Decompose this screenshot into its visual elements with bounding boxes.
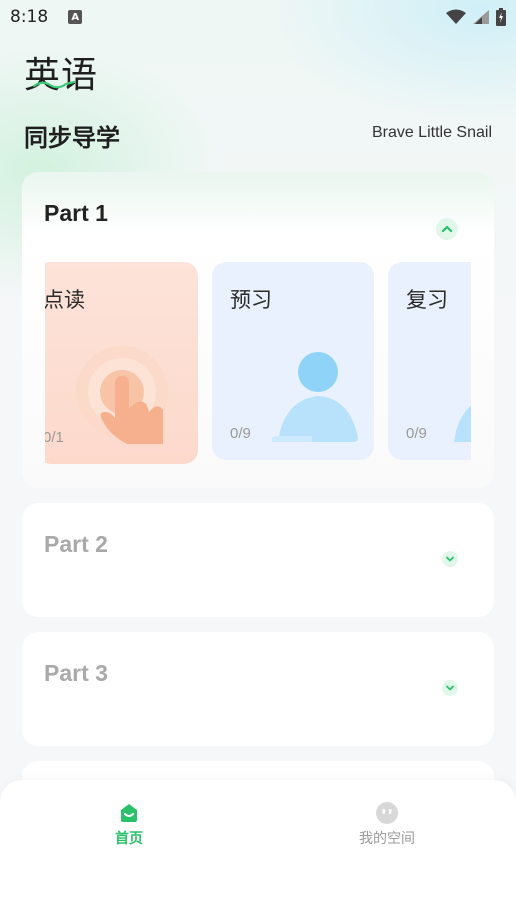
activity-label: 点读 [45,288,85,312]
nav-item-home[interactable]: 首页 [79,802,179,848]
activity-card-preview[interactable]: 预习 0/9 [212,262,374,460]
nav-label: 首页 [115,831,143,847]
chevron-up-icon [441,225,453,233]
activity-progress: 0/1 [45,429,64,446]
part-card-3[interactable]: Part 3 [22,632,494,746]
activity-label: 预习 [230,288,272,312]
wifi-icon [446,9,466,24]
subject-underline-decoration [32,80,76,89]
status-bar: 8:18 A [0,0,516,34]
person-icon [272,352,358,442]
activity-card-review[interactable]: 复习 0/9 [388,262,471,460]
expand-toggle[interactable] [442,551,458,567]
notification-icon: A [68,10,83,24]
battery-icon [496,8,506,26]
expand-toggle[interactable] [442,680,458,696]
bottom-navigation: 首页 我的空间 [0,780,516,917]
collapse-toggle[interactable] [436,218,458,240]
nav-item-my-space[interactable]: 我的空间 [337,802,437,848]
chevron-down-icon [446,556,454,562]
chevron-down-icon [446,685,454,691]
status-icons [446,8,506,26]
signal-icon [473,10,489,24]
part-card-1: Part 1 点读 0/1 预习 0/9 复习 0/9 [22,172,494,488]
activity-carousel[interactable]: 点读 0/1 预习 0/9 复习 0/9 [45,262,471,466]
activity-progress: 0/9 [230,425,251,442]
part-title: Part 2 [44,531,108,557]
activity-card-reading[interactable]: 点读 0/1 [45,262,198,464]
section-title: 同步导学 [24,124,120,152]
nav-label: 我的空间 [359,831,415,847]
part-title: Part 1 [44,200,108,226]
hand-tap-icon [76,346,168,444]
book-selector[interactable]: Brave Little Snail [372,124,492,142]
home-icon [121,804,137,822]
activity-progress: 0/9 [406,425,427,442]
subject-title: 英语 [24,55,99,96]
part-title: Part 3 [44,660,108,686]
activity-label: 复习 [406,288,448,312]
part-card-2[interactable]: Part 2 [22,503,494,617]
status-time: 8:18 [10,7,49,27]
person-icon [454,405,471,442]
face-icon [376,802,398,824]
